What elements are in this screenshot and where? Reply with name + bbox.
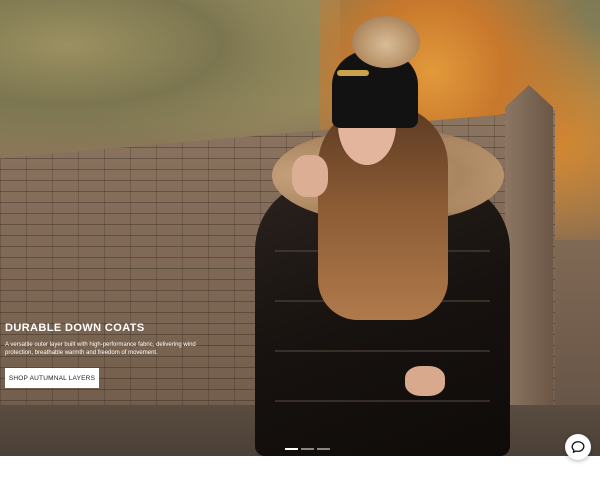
hero-banner: DURABLE DOWN COATS A versatile outer lay… (0, 0, 600, 456)
background-wall-pier (505, 85, 553, 456)
background-foliage (0, 0, 340, 150)
coat-quilt-line (275, 350, 490, 352)
chat-button[interactable] (565, 434, 591, 460)
slide-indicator[interactable] (301, 448, 314, 450)
hero-description: A versatile outer layer built with high-… (5, 342, 196, 356)
hero-title: DURABLE DOWN COATS (5, 322, 145, 334)
shop-autumnal-layers-button[interactable]: SHOP AUTUMNAL LAYERS (5, 368, 99, 388)
beanie-badge (337, 70, 369, 76)
slide-indicator[interactable] (285, 448, 298, 450)
model-hand (292, 155, 328, 197)
model-pompom (352, 16, 420, 68)
slide-indicator[interactable] (317, 448, 330, 450)
model-pocket-hand (405, 366, 445, 396)
slide-indicators (285, 448, 330, 450)
chat-bubble-icon (571, 441, 585, 453)
coat-quilt-line (275, 400, 490, 402)
